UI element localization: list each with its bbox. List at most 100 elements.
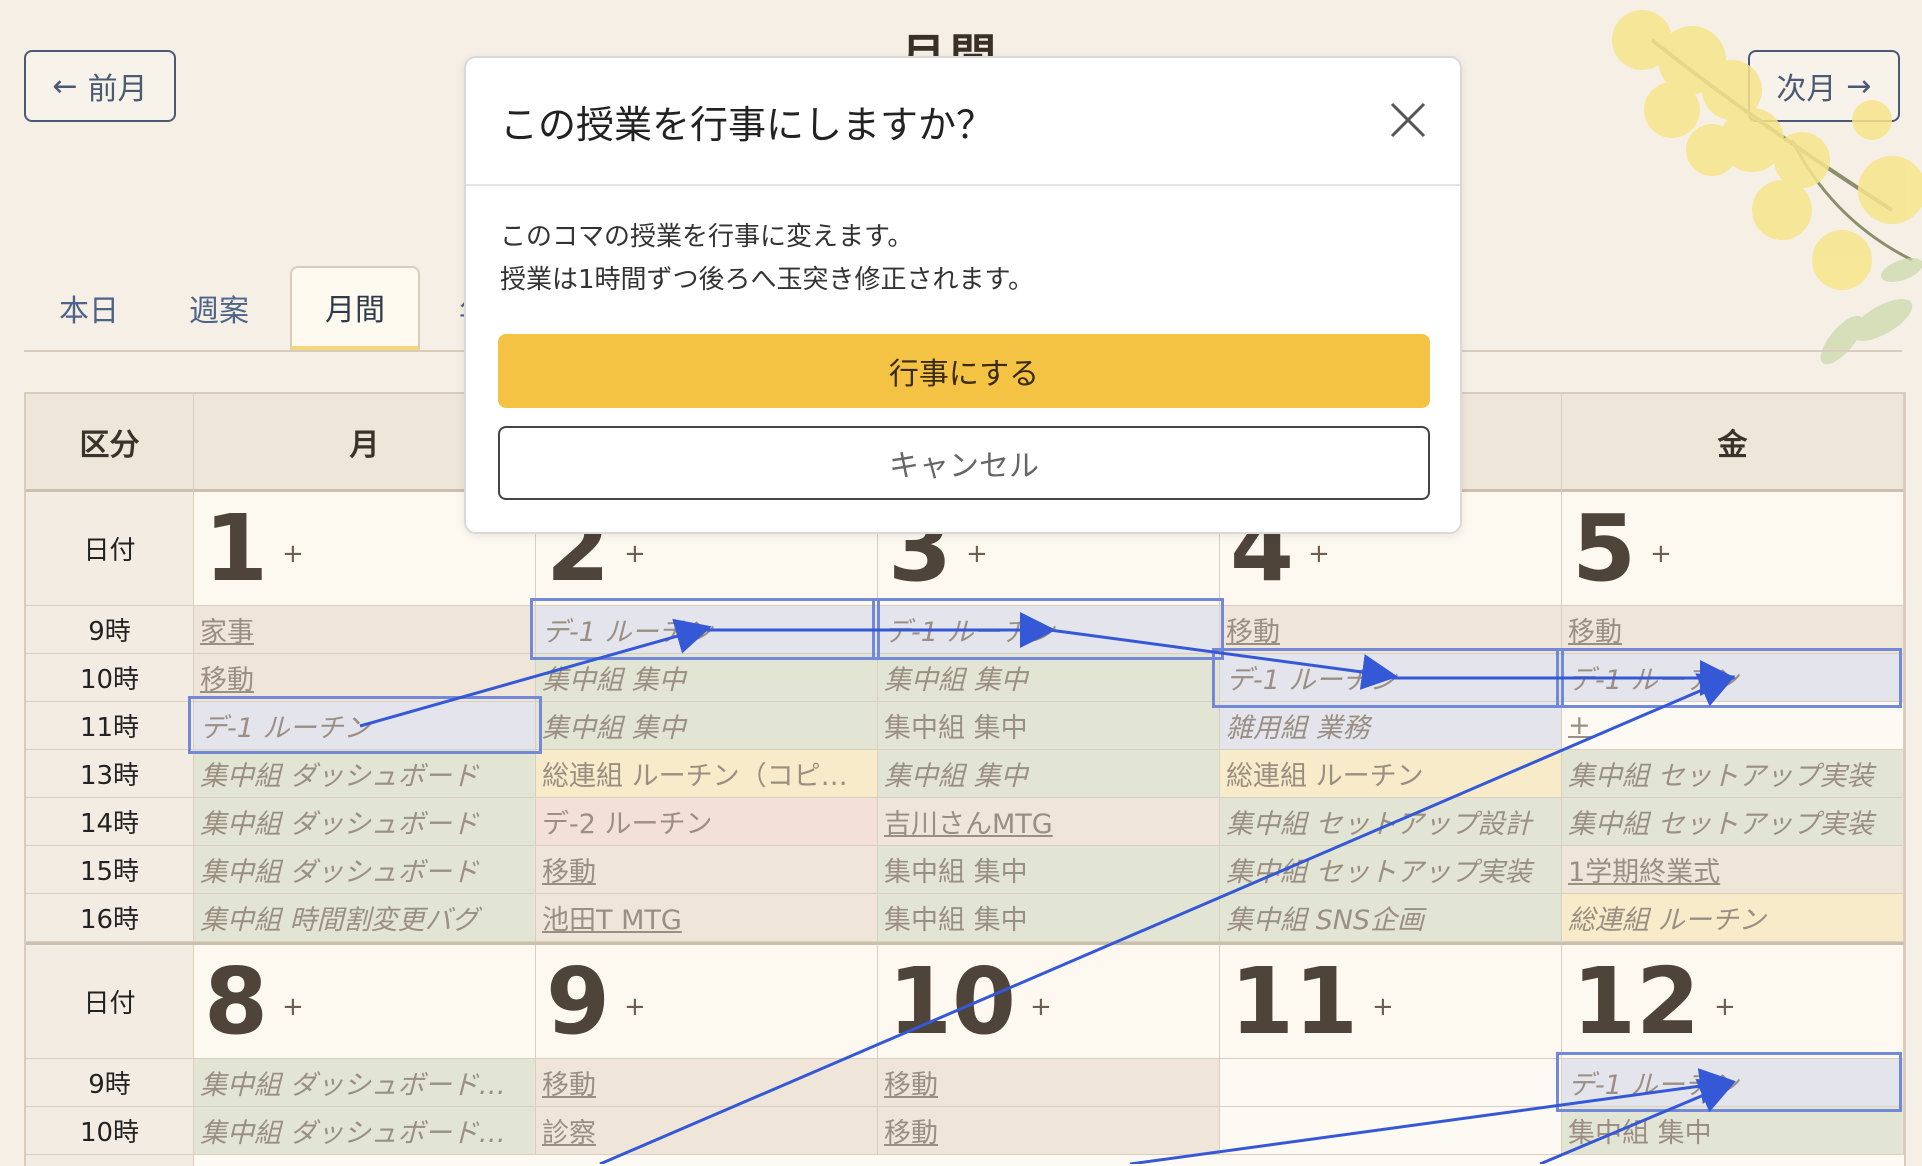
slot-label: 集中組 集中 — [884, 857, 1028, 888]
slot-label: 集中組 セットアップ実装 — [1226, 857, 1532, 888]
hour-label-cell: 16時 — [26, 894, 194, 942]
tab-today[interactable]: 本日 — [24, 266, 154, 350]
schedule-slot[interactable]: 池田T MTG — [536, 894, 878, 942]
slot-label: 雑用組 業務 — [1226, 713, 1370, 744]
schedule-slot[interactable]: 集中組 集中 — [536, 702, 878, 750]
schedule-slot[interactable]: 集中組 ダッシュボード — [194, 798, 536, 846]
slot-label: 集中組 集中 — [542, 665, 686, 696]
day-number: 5 — [1572, 494, 1637, 602]
schedule-slot[interactable]: 集中組 セットアップ実装 — [1562, 798, 1904, 846]
slot-label: 集中組 集中 — [884, 713, 1028, 744]
schedule-slot[interactable]: 集中組 セットアップ設計 — [1220, 798, 1562, 846]
schedule-slot[interactable]: 集中組 セットアップ実装 — [1220, 846, 1562, 894]
add-event-icon[interactable]: + — [282, 539, 304, 569]
schedule-slot[interactable]: 吉川さんMTG — [878, 798, 1220, 846]
hour-label: 9時 — [88, 1070, 131, 1100]
schedule-slot[interactable]: 集中組 集中 — [1562, 1107, 1904, 1155]
schedule-slot[interactable]: 総連組 ルーチン（コピ… — [536, 750, 878, 798]
add-event-icon[interactable]: + — [1030, 992, 1052, 1022]
slot-label: 集中組 時間割変更バグ — [200, 905, 479, 936]
close-icon[interactable] — [1386, 98, 1430, 142]
schedule-slot[interactable]: 移動 — [1562, 606, 1904, 654]
schedule-slot[interactable]: 総連組 ルーチン — [1562, 894, 1904, 942]
schedule-slot[interactable]: 移動 — [1220, 606, 1562, 654]
add-event-icon[interactable]: + — [1372, 992, 1394, 1022]
cancel-button[interactable]: キャンセル — [498, 426, 1430, 500]
hour-label: 9時 — [88, 617, 131, 647]
day-cell: 9 + — [536, 945, 878, 1059]
column-header-label: 月 — [349, 427, 380, 463]
hour-label: 13時 — [79, 761, 140, 791]
add-event-icon[interactable]: + — [282, 992, 304, 1022]
date-row-label: 日付 — [26, 945, 194, 1059]
day-number: 11 — [1230, 947, 1359, 1055]
slot-label: 吉川さんMTG — [884, 809, 1053, 840]
slot-label: 総連組 ルーチン — [1568, 905, 1766, 936]
prev-month-button[interactable]: ← 前月 — [24, 50, 176, 122]
hour-label-cell: 10時 — [26, 654, 194, 702]
schedule-slot[interactable]: デ-2 ルーチン — [536, 798, 878, 846]
schedule-slot[interactable]: 集中組 集中 — [878, 894, 1220, 942]
add-event-icon[interactable]: + — [966, 539, 988, 569]
tab-month[interactable]: 月間 — [290, 266, 420, 350]
selected-slot — [530, 598, 880, 660]
schedule-slot[interactable]: 集中組 時間割変更バグ — [194, 894, 536, 942]
schedule-slot[interactable]: 雑用組 業務 — [1220, 702, 1562, 750]
schedule-slot[interactable]: 集中組 集中 — [878, 702, 1220, 750]
schedule-slot[interactable]: 移動 — [878, 1059, 1220, 1107]
add-event-icon[interactable]: + — [1308, 539, 1330, 569]
hour-label: 11時 — [79, 713, 140, 743]
schedule-slot[interactable]: 集中組 集中 — [878, 846, 1220, 894]
add-event-icon[interactable]: + — [1714, 992, 1736, 1022]
day-number: 12 — [1572, 947, 1701, 1055]
column-header-label: 区分 — [79, 427, 140, 463]
hour-label-cell: 14時 — [26, 798, 194, 846]
slot-label: 集中組 セットアップ実装 — [1568, 761, 1874, 792]
schedule-slot[interactable]: 集中組 集中 — [878, 750, 1220, 798]
slot-label: 家事 — [200, 617, 254, 648]
add-event-icon[interactable]: + — [624, 539, 646, 569]
slot-label: 集中組 集中 — [884, 761, 1028, 792]
slot-label: 集中組 セットアップ実装 — [1568, 809, 1874, 840]
schedule-slot[interactable]: 総連組 ルーチン — [1220, 750, 1562, 798]
prev-month-label: 前月 — [87, 72, 148, 107]
add-event-icon[interactable]: + — [1650, 539, 1672, 569]
slot-label: 集中組 集中 — [884, 665, 1028, 696]
tab-week[interactable]: 週案 — [154, 266, 284, 350]
schedule-slot[interactable]: 移動 — [536, 846, 878, 894]
day-cell: 12 + — [1562, 945, 1904, 1059]
add-event-icon[interactable]: + — [624, 992, 646, 1022]
schedule-slot[interactable]: + — [1562, 702, 1904, 750]
schedule-slot[interactable]: 集中組 ダッシュボード… — [194, 1059, 536, 1107]
schedule-slot[interactable]: 集中組 ダッシュボード — [194, 750, 536, 798]
schedule-slot[interactable]: 集中組 ダッシュボード — [194, 846, 536, 894]
schedule-slot[interactable]: 移動 — [878, 1107, 1220, 1155]
hour-label-cell: 15時 — [26, 846, 194, 894]
schedule-slot[interactable]: 家事 — [194, 606, 536, 654]
schedule-slot[interactable]: 集中組 集中 — [878, 654, 1220, 702]
schedule-slot[interactable]: 1学期終業式 — [1562, 846, 1904, 894]
slot-label: 移動 — [1226, 617, 1280, 648]
schedule-slot[interactable]: 集中組 ダッシュボード… — [194, 1107, 536, 1155]
schedule-slot[interactable]: 診察 — [536, 1107, 878, 1155]
schedule-slot[interactable] — [1220, 1107, 1562, 1155]
slot-label: 1学期終業式 — [1568, 857, 1721, 888]
schedule-slot[interactable] — [1220, 1059, 1562, 1107]
schedule-slot[interactable]: 移動 — [194, 654, 536, 702]
day-cell: 5 + — [1562, 492, 1904, 606]
slot-label: 診察 — [542, 1118, 596, 1149]
schedule-slot[interactable]: 集中組 集中 — [536, 654, 878, 702]
arrow-left-icon: ← — [52, 68, 78, 104]
schedule-slot[interactable]: 集中組 セットアップ実装 — [1562, 750, 1904, 798]
slot-label: 集中組 SNS企画 — [1226, 905, 1425, 936]
schedule-slot[interactable]: 集中組 SNS企画 — [1220, 894, 1562, 942]
slot-label: 移動 — [542, 1070, 596, 1101]
day-number: 9 — [546, 947, 611, 1055]
slot-label: 移動 — [884, 1070, 938, 1101]
slot-label: 移動 — [1568, 617, 1622, 648]
dialog-message-line: 授業は1時間ずつ後ろへ玉突き修正されます。 — [500, 265, 1034, 295]
slot-label: 集中組 ダッシュボード… — [200, 1070, 506, 1101]
hour-label: 10時 — [79, 1118, 140, 1148]
confirm-event-button[interactable]: 行事にする — [498, 334, 1430, 408]
schedule-slot[interactable]: 移動 — [536, 1059, 878, 1107]
